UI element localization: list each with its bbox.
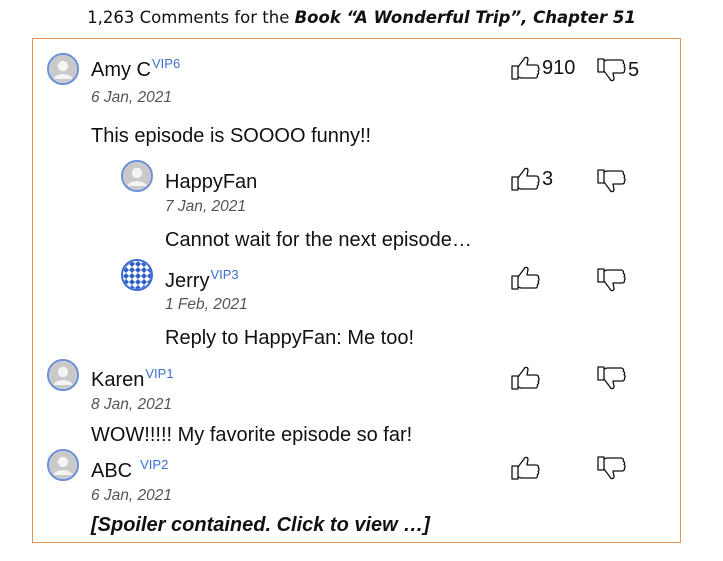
like-button[interactable]: 3	[511, 166, 553, 192]
like-button[interactable]	[511, 365, 542, 391]
comment-text: This episode is SOOOO funny!!	[91, 125, 372, 147]
vip-badge: VIP2	[140, 457, 169, 472]
dislike-button[interactable]	[597, 267, 628, 293]
avatar[interactable]	[121, 259, 153, 291]
like-button[interactable]	[511, 455, 542, 481]
username[interactable]: Karen	[91, 369, 144, 391]
avatar[interactable]	[47, 359, 79, 391]
spoiler-reveal-link[interactable]: [Spoiler contained. Click to view …]	[91, 514, 430, 537]
dislike-button[interactable]	[597, 168, 628, 194]
comment-author[interactable]: KarenVIP1	[91, 366, 174, 392]
like-button[interactable]: 910	[511, 55, 575, 81]
reply-author[interactable]: HappyFan	[165, 168, 258, 194]
username[interactable]: Amy C	[91, 59, 151, 81]
avatar[interactable]	[47, 53, 79, 85]
username[interactable]: HappyFan	[165, 171, 257, 193]
thumb-down-icon	[597, 58, 626, 82]
page-title: 1,263 Comments for the Book “A Wonderful…	[0, 8, 723, 27]
user-silhouette-icon	[123, 162, 151, 190]
username[interactable]: ABC	[91, 460, 132, 482]
reply-author[interactable]: JerryVIP3	[165, 267, 239, 293]
reply-date: 7 Jan, 2021	[165, 198, 247, 215]
thumb-down-icon	[597, 268, 626, 292]
vip-badge: VIP6	[152, 56, 181, 71]
reply-text: Reply to HappyFan: Me too!	[165, 327, 415, 349]
like-button[interactable]	[511, 265, 542, 291]
book-chapter-title: Book “A Wonderful Trip”, Chapter 51	[294, 8, 636, 27]
reply-text: Cannot wait for the next episode…	[165, 229, 472, 251]
avatar[interactable]	[47, 449, 79, 481]
thumb-up-icon	[511, 56, 540, 80]
thumb-up-icon	[511, 167, 540, 191]
comment-author[interactable]: Amy CVIP6	[91, 56, 180, 82]
reply-date: 1 Feb, 2021	[165, 296, 248, 313]
comments-panel: Amy CVIP6 6 Jan, 2021 910 5 This episode…	[32, 38, 681, 543]
vip-badge: VIP1	[145, 366, 174, 381]
dislike-button[interactable]	[597, 455, 628, 481]
comment-count-text: 1,263 Comments for the	[87, 8, 295, 27]
username[interactable]: Jerry	[165, 270, 209, 292]
comment-author[interactable]: ABC VIP2	[91, 457, 168, 483]
user-silhouette-icon	[49, 451, 77, 479]
thumb-down-icon	[597, 456, 626, 480]
thumb-down-icon	[597, 366, 626, 390]
comment-text: WOW!!!!! My favorite episode so far!	[91, 424, 413, 446]
thumb-up-icon	[511, 456, 540, 480]
thumb-up-icon	[511, 366, 540, 390]
comment-date: 8 Jan, 2021	[91, 396, 173, 413]
comment-date: 6 Jan, 2021	[91, 89, 173, 106]
avatar[interactable]	[121, 160, 153, 192]
user-silhouette-icon	[49, 361, 77, 389]
vip-badge: VIP3	[210, 267, 239, 282]
diamond-pattern-avatar	[123, 261, 151, 289]
dislike-button[interactable]: 5	[597, 57, 639, 83]
comment-date: 6 Jan, 2021	[91, 487, 173, 504]
dislike-button[interactable]	[597, 365, 628, 391]
like-count: 3	[542, 167, 554, 190]
thumb-down-icon	[597, 169, 626, 193]
like-count: 910	[542, 56, 576, 79]
user-silhouette-icon	[49, 55, 77, 83]
thumb-up-icon	[511, 266, 540, 290]
dislike-count: 5	[628, 58, 640, 81]
